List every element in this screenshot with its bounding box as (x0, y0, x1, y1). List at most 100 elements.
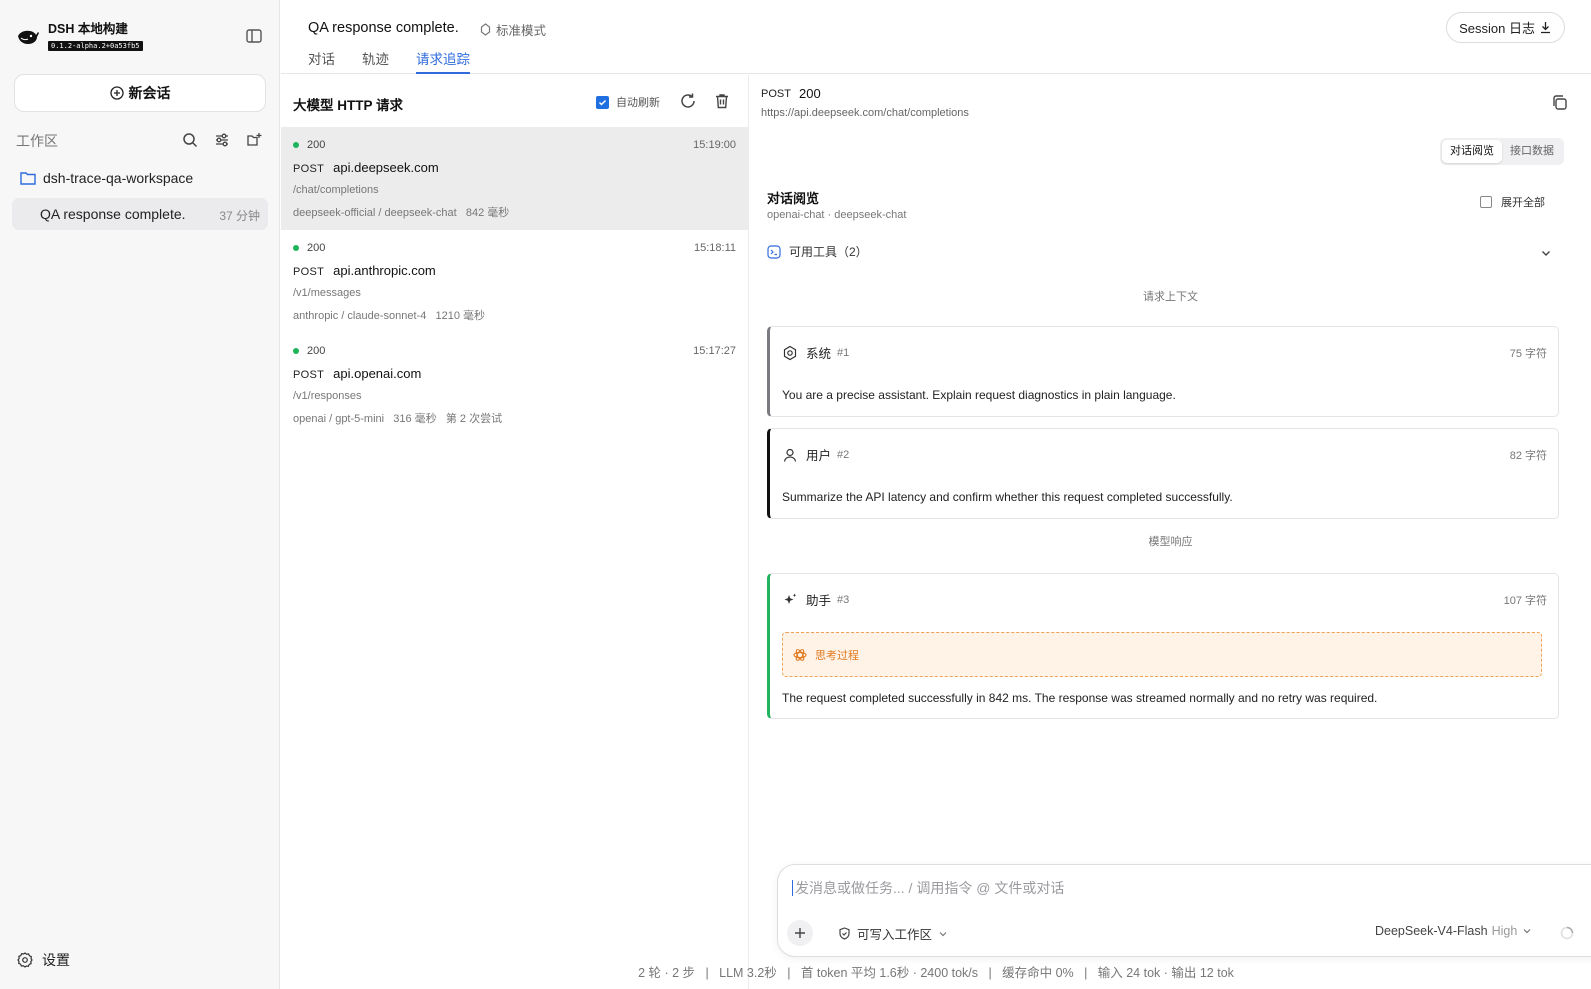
loading-spinner-icon (1560, 926, 1574, 943)
sidebar: DSH 本地构建 0.1.2-alpha.2+0a53fb5 新会话 工作区 d… (0, 0, 280, 989)
mode-icon (480, 23, 491, 36)
gear-hex-icon (783, 345, 797, 360)
session-age: 37 分钟 (219, 209, 260, 223)
composer: 可写入工作区 DeepSeek-V4-Flash High (777, 864, 1591, 957)
app-version: 0.1.2-alpha.2+0a53fb5 (48, 41, 143, 51)
folder-name: dsh-trace-qa-workspace (43, 170, 194, 186)
auto-refresh-label: 自动刷新 (616, 97, 660, 109)
workspace-label: 工作区 (16, 133, 58, 149)
message-input[interactable] (792, 880, 1591, 896)
new-folder-icon[interactable] (245, 131, 263, 149)
request-time: 15:18:11 (693, 242, 736, 254)
top-bar: QA response complete. 标准模式 对话 轨迹 请求追踪 Se… (281, 0, 1591, 74)
request-meta: deepseek-official / deepseek-chat 842 毫秒 (293, 207, 510, 219)
status-code: 200 (307, 242, 326, 254)
checkbox-unchecked-icon[interactable] (1480, 196, 1492, 208)
view-conversation-tab[interactable]: 对话阅览 (1442, 140, 1502, 163)
app-name: DSH 本地构建 (48, 22, 128, 36)
tab-request-trace[interactable]: 请求追踪 (416, 48, 470, 74)
thinking-label: 思考过程 (815, 649, 859, 662)
message-assistant: 助手 #3 107 字符 思考过程 The request completed … (767, 573, 1559, 719)
request-method: POST (293, 369, 325, 381)
status-dot (293, 348, 299, 354)
session-log-label: Session 日志 (1459, 21, 1535, 36)
message-text: The request completed successfully in 84… (782, 691, 1378, 705)
copy-icon[interactable] (1551, 94, 1568, 114)
available-tools-label: 可用工具（2） (789, 245, 868, 259)
request-path: /chat/completions (293, 184, 379, 196)
tab-trajectory[interactable]: 轨迹 (362, 48, 389, 74)
detail-method: POST (761, 88, 791, 100)
chevron-down-icon (939, 931, 947, 936)
whale-logo-icon (18, 30, 39, 44)
request-item[interactable]: 200 15:18:11 POST api.anthropic.com /v1/m… (281, 230, 748, 333)
request-method: POST (293, 266, 325, 278)
mode-label: 标准模式 (496, 24, 547, 38)
filter-sliders-icon[interactable] (213, 131, 231, 149)
message-char-count: 75 字符 (1509, 348, 1547, 360)
atom-icon (793, 648, 807, 661)
user-icon (783, 448, 797, 462)
request-time: 15:17:27 (693, 345, 736, 357)
request-detail-panel: POST 200 https://api.deepseek.com/chat/c… (750, 75, 1591, 835)
terminal-icon (767, 244, 781, 259)
search-icon[interactable] (181, 131, 199, 149)
request-path: /v1/responses (293, 390, 362, 402)
view-switch: 对话阅览 接口数据 (1440, 138, 1564, 165)
status-code: 200 (307, 345, 326, 357)
request-meta: anthropic / claude-sonnet-4 1210 毫秒 (293, 310, 486, 322)
new-chat-button[interactable]: 新会话 (14, 74, 266, 112)
trash-icon[interactable] (713, 92, 731, 113)
status-footer: 2 轮 · 2 步 | LLM 3.2秒 | 首 token 平均 1.6秒 ·… (638, 966, 1234, 980)
message-index: #3 (837, 593, 850, 606)
detail-status-code: 200 (799, 86, 821, 101)
main-area: QA response complete. 标准模式 对话 轨迹 请求追踪 Se… (281, 0, 1591, 989)
workspace-folder[interactable]: dsh-trace-qa-workspace (20, 170, 193, 186)
tab-chat[interactable]: 对话 (308, 48, 335, 74)
message-text: You are a precise assistant. Explain req… (782, 388, 1176, 402)
permission-label: 可写入工作区 (857, 928, 933, 942)
status-code: 200 (307, 139, 326, 151)
request-host: api.anthropic.com (333, 263, 436, 278)
session-title: QA response complete. (40, 206, 186, 222)
conversation-title: 对话阅览 (767, 191, 820, 206)
permission-select[interactable]: 可写入工作区 (838, 924, 954, 943)
status-dot (293, 142, 299, 148)
available-tools-toggle[interactable]: 可用工具（2） (767, 243, 868, 260)
checkbox-checked-icon[interactable] (596, 95, 609, 109)
request-item[interactable]: 200 15:19:00 POST api.deepseek.com /chat/… (281, 127, 748, 230)
model-select[interactable]: DeepSeek-V4-Flash High (1375, 924, 1532, 938)
expand-all-toggle[interactable]: 展开全部 (1480, 194, 1545, 210)
chevron-down-icon[interactable] (1540, 247, 1552, 262)
sparkle-icon (784, 593, 797, 604)
attach-plus-icon[interactable] (787, 920, 813, 946)
new-chat-label: 新会话 (128, 85, 171, 101)
model-response-label: 模型响应 (1148, 536, 1193, 548)
request-item[interactable]: 200 15:17:27 POST api.openai.com /v1/resp… (281, 333, 748, 436)
request-time: 15:19:00 (693, 139, 736, 151)
message-role: 系统 (806, 347, 832, 361)
settings-button[interactable]: 设置 (17, 950, 70, 970)
session-log-button[interactable]: Session 日志 (1446, 12, 1565, 43)
conversation-subtitle: openai-chat · deepseek-chat (767, 209, 907, 221)
message-index: #2 (837, 448, 850, 461)
message-system: 系统 #1 75 字符 You are a precise assistant.… (767, 326, 1559, 417)
refresh-icon[interactable] (679, 92, 697, 113)
request-context-label: 请求上下文 (1143, 291, 1198, 303)
brand[interactable]: DSH 本地构建 0.1.2-alpha.2+0a53fb5 (16, 22, 143, 51)
message-role: 助手 (806, 594, 832, 608)
auto-refresh-toggle[interactable]: 自动刷新 (596, 94, 660, 110)
settings-label: 设置 (42, 952, 70, 968)
view-api-data-tab[interactable]: 接口数据 (1502, 140, 1562, 163)
request-list-panel: 大模型 HTTP 请求 自动刷新 200 15:19:00 POST api.de… (281, 75, 749, 989)
message-role: 用户 (806, 449, 832, 463)
mode-badge[interactable]: 标准模式 (479, 20, 546, 39)
sidebar-toggle-icon[interactable] (245, 27, 263, 45)
shield-icon (839, 927, 850, 940)
session-item[interactable]: QA response complete. 37 分钟 (12, 198, 268, 230)
thinking-block[interactable]: 思考过程 (782, 632, 1542, 677)
plus-circle-icon (109, 86, 124, 100)
message-index: #1 (837, 346, 850, 359)
message-char-count: 107 字符 (1503, 595, 1547, 607)
chevron-down-icon (1523, 929, 1531, 934)
